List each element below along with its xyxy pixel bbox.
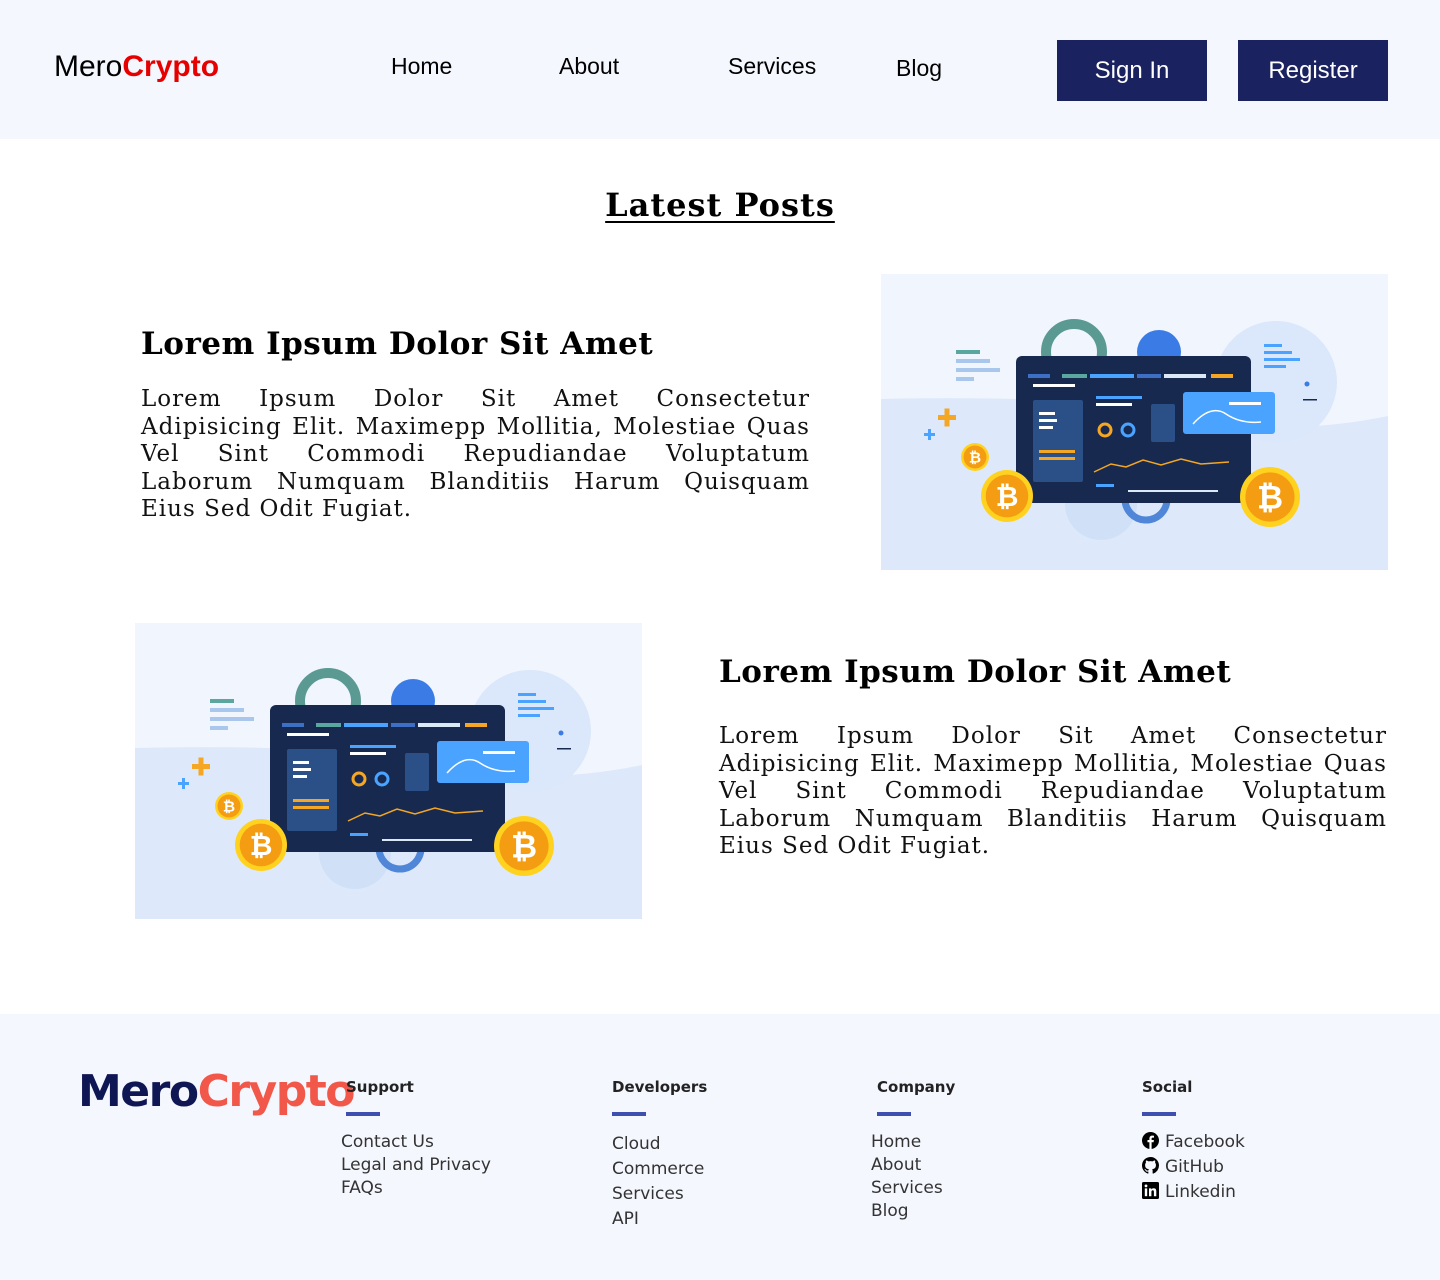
svg-text:₿: ₿ (1257, 479, 1283, 517)
post-2-image[interactable]: ₿ ₿ ₿ (135, 623, 642, 919)
footer-link-facebook[interactable]: Facebook (1142, 1132, 1245, 1152)
linkedin-label: Linkedin (1165, 1182, 1236, 1202)
footer-link-linkedin[interactable]: Linkedin (1142, 1182, 1236, 1202)
post-2-body: Lorem Ipsum Dolor Sit Amet Consectetur A… (719, 723, 1387, 859)
nav-home[interactable]: Home (391, 53, 452, 80)
svg-text:₿: ₿ (223, 797, 235, 815)
footer-underline-social (1142, 1112, 1176, 1116)
footer-link-cloud[interactable]: Cloud (612, 1134, 661, 1154)
register-button[interactable]: Register (1238, 40, 1388, 101)
logo-part-crypto: Crypto (122, 50, 220, 83)
footer-underline-developers (612, 1112, 646, 1116)
footer-logo[interactable]: MeroCrypto (78, 1066, 356, 1117)
footer-underline-company (877, 1112, 911, 1116)
footer-link-faqs[interactable]: FAQs (341, 1178, 383, 1198)
footer-heading-company: Company (877, 1078, 956, 1096)
footer-heading-social: Social (1142, 1078, 1193, 1096)
github-icon (1142, 1157, 1159, 1174)
footer-link-contact-us[interactable]: Contact Us (341, 1132, 434, 1152)
facebook-label: Facebook (1165, 1132, 1245, 1152)
post-1-image[interactable]: ₿ ₿ ₿ (881, 274, 1388, 570)
footer-link-blog[interactable]: Blog (871, 1201, 909, 1221)
section-title-text: Latest Posts (605, 186, 835, 224)
latest-posts-heading: Latest Posts (0, 186, 1440, 224)
sign-in-button[interactable]: Sign In (1057, 40, 1207, 101)
footer-link-legal-privacy[interactable]: Legal and Privacy (341, 1155, 491, 1175)
svg-text:₿: ₿ (250, 829, 273, 862)
svg-text:₿: ₿ (511, 828, 537, 866)
footer-link-about[interactable]: About (871, 1155, 921, 1175)
footer-link-commerce[interactable]: Commerce (612, 1159, 704, 1179)
crypto-dashboard-illustration-icon: ₿ ₿ ₿ (881, 274, 1388, 570)
facebook-icon (1142, 1132, 1159, 1149)
github-label: GitHub (1165, 1157, 1224, 1177)
post-1-body: Lorem Ipsum Dolor Sit Amet Consectetur A… (141, 386, 810, 522)
footer-underline-support (346, 1112, 380, 1116)
footer-logo-part-mero: Mero (78, 1066, 199, 1117)
footer-link-github[interactable]: GitHub (1142, 1157, 1224, 1177)
logo-part-mero: Mero (54, 50, 123, 83)
footer-link-company-services[interactable]: Services (871, 1178, 943, 1198)
header: MeroCrypto Home About Services Blog Sign… (0, 0, 1440, 139)
footer-logo-part-crypto: Crypto (197, 1066, 356, 1117)
nav-services[interactable]: Services (728, 53, 816, 80)
nav-blog[interactable]: Blog (896, 55, 942, 82)
svg-text:₿: ₿ (996, 480, 1019, 513)
footer-heading-developers: Developers (612, 1078, 708, 1096)
footer-heading-support: Support (346, 1078, 414, 1096)
nav-about[interactable]: About (559, 53, 619, 80)
svg-text:₿: ₿ (969, 448, 981, 466)
post-2-title[interactable]: Lorem Ipsum Dolor Sit Amet (719, 654, 1231, 690)
footer-link-dev-services[interactable]: Services (612, 1184, 684, 1204)
site-logo[interactable]: MeroCrypto (54, 50, 219, 84)
post-1-title[interactable]: Lorem Ipsum Dolor Sit Amet (141, 326, 653, 362)
footer-link-api[interactable]: API (612, 1209, 639, 1229)
linkedin-icon (1142, 1182, 1159, 1199)
footer-link-home[interactable]: Home (871, 1132, 921, 1152)
crypto-dashboard-illustration-icon: ₿ ₿ ₿ (135, 623, 642, 919)
